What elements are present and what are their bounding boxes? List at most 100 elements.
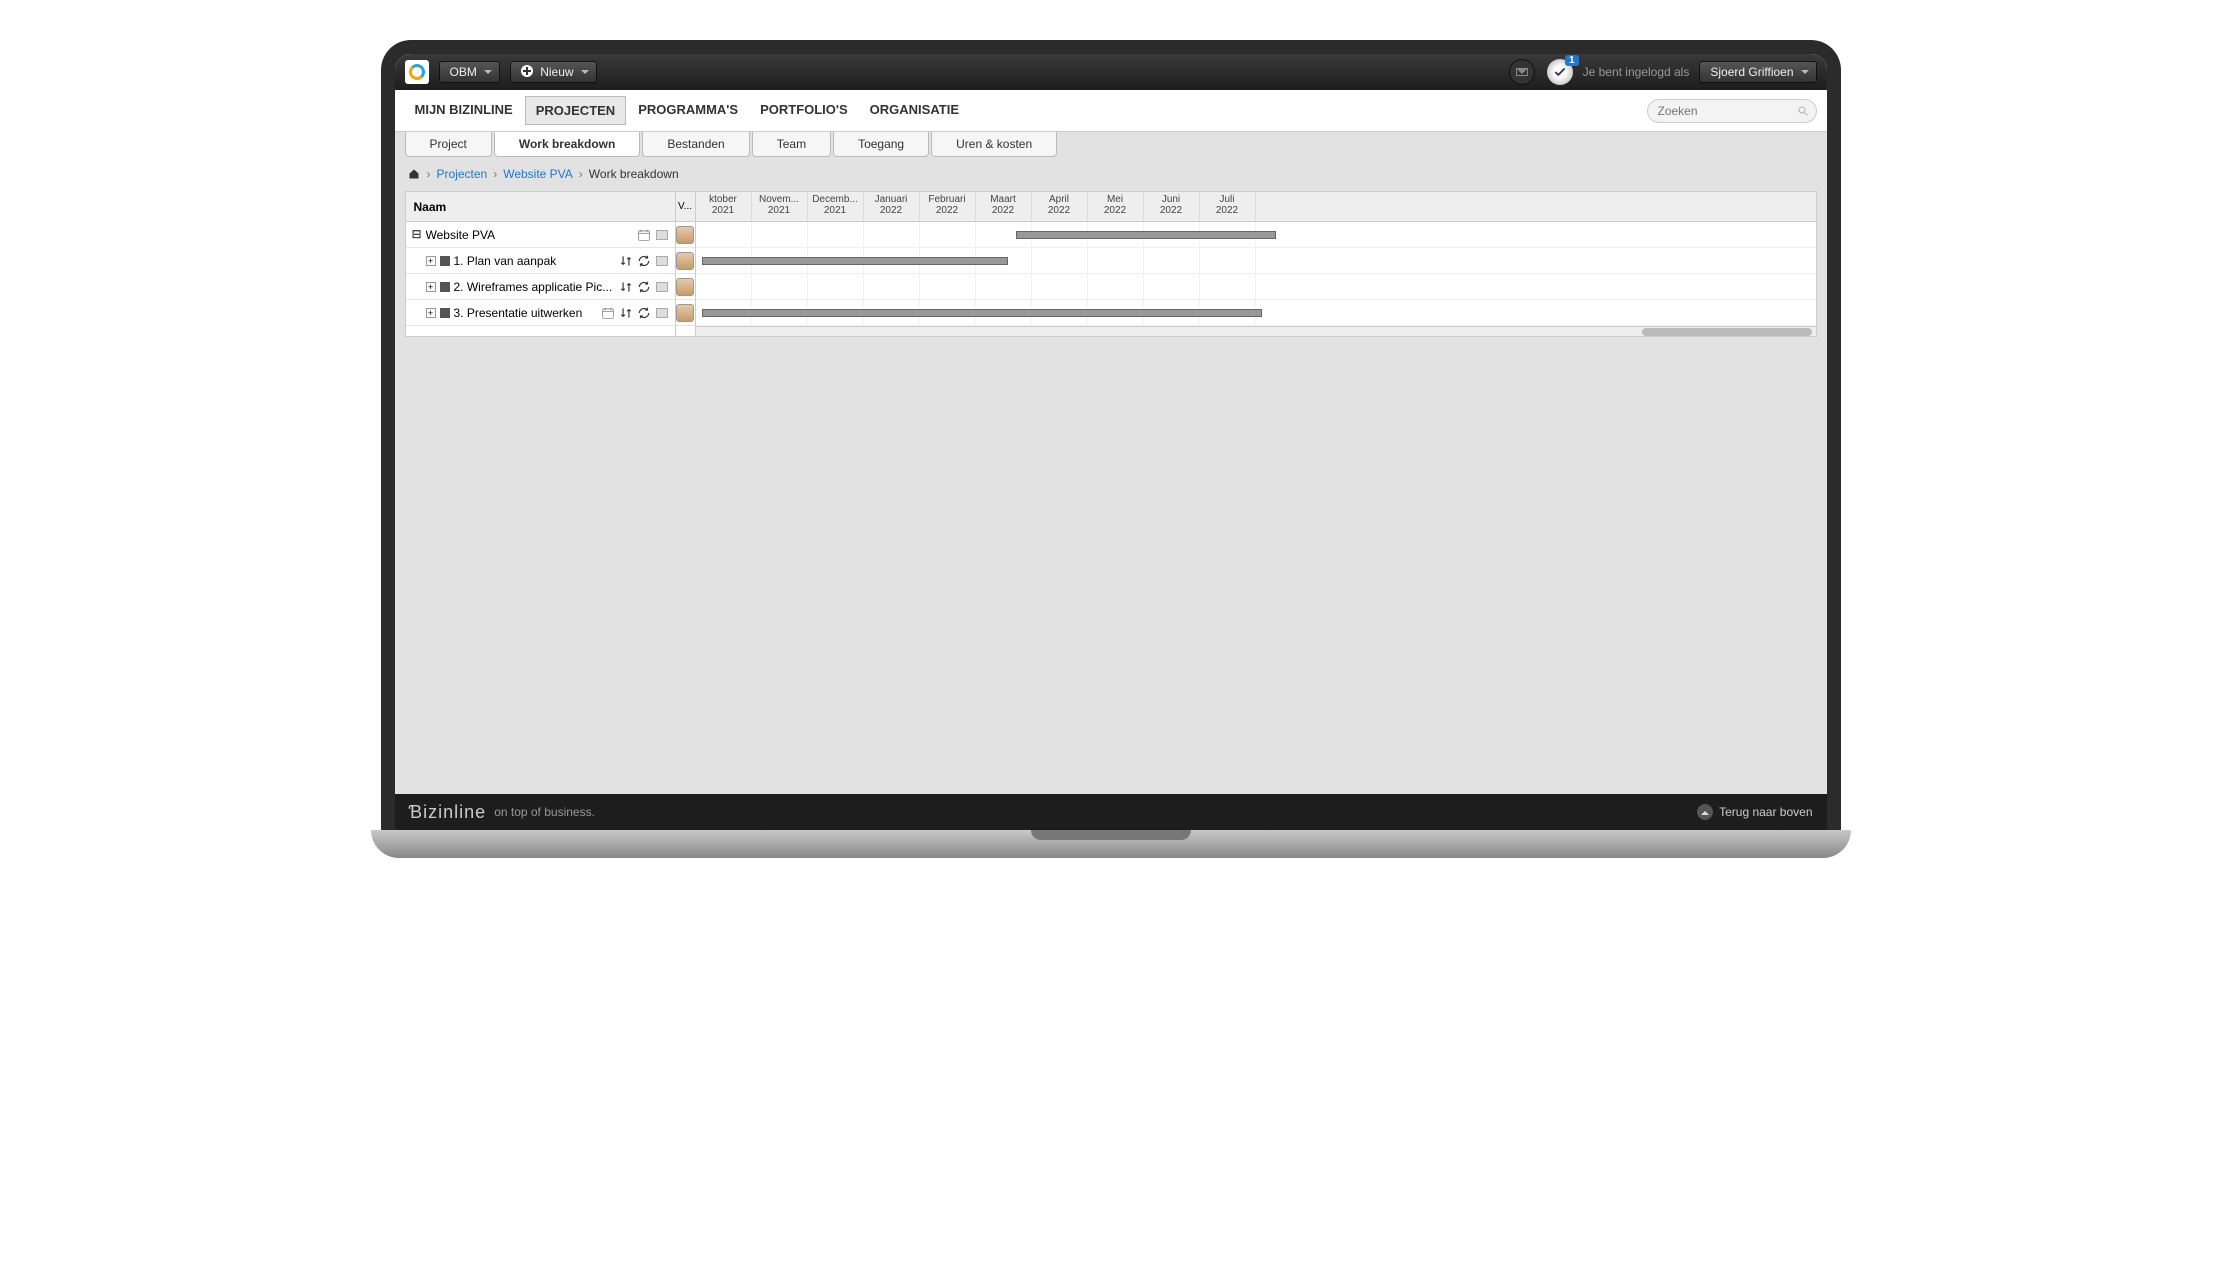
month-column: Februari2022 xyxy=(920,192,976,221)
task-color-icon xyxy=(440,282,450,292)
refresh-icon[interactable] xyxy=(637,280,651,294)
messages-icon[interactable] xyxy=(1509,59,1535,85)
gantt-timeline-row xyxy=(696,274,1816,300)
month-column: Maart2022 xyxy=(976,192,1032,221)
gantt-timeline-row xyxy=(696,300,1816,326)
footer-tagline: on top of business. xyxy=(494,805,595,819)
nav-item-projecten[interactable]: PROJECTEN xyxy=(525,96,626,125)
month-column: Novem...2021 xyxy=(752,192,808,221)
gantt-bar[interactable] xyxy=(1016,231,1276,239)
workspace-dropdown[interactable]: OBM xyxy=(439,61,500,83)
month-column: Januari2022 xyxy=(864,192,920,221)
notification-badge: 1 xyxy=(1565,55,1579,66)
status-box-icon[interactable] xyxy=(655,280,669,294)
notifications-icon[interactable]: 1 xyxy=(1547,59,1573,85)
task-color-icon xyxy=(440,256,450,266)
logged-in-label: Je bent ingelogd als xyxy=(1583,65,1690,79)
home-icon[interactable] xyxy=(407,168,421,180)
expand-icon[interactable]: + xyxy=(426,308,436,318)
tab-work-breakdown[interactable]: Work breakdown xyxy=(494,132,640,157)
breadcrumb-link-website-pva[interactable]: Website PVA xyxy=(503,167,573,181)
gantt-timeline-row xyxy=(696,222,1816,248)
sub-tabs: ProjectWork breakdownBestandenTeamToegan… xyxy=(395,132,1827,157)
footer-brand: Ɓizinline xyxy=(409,802,487,823)
sort-icon[interactable] xyxy=(619,254,633,268)
task-color-icon xyxy=(440,308,450,318)
tab-toegang[interactable]: Toegang xyxy=(833,132,929,157)
tab-project[interactable]: Project xyxy=(405,132,492,157)
gantt-row[interactable]: +3. Presentatie uitwerken xyxy=(406,300,675,326)
plus-icon xyxy=(521,65,533,77)
task-name: 3. Presentatie uitwerken xyxy=(454,306,597,320)
refresh-icon[interactable] xyxy=(637,254,651,268)
refresh-icon[interactable] xyxy=(637,306,651,320)
status-box-icon[interactable] xyxy=(655,306,669,320)
calendar-icon[interactable] xyxy=(601,306,615,320)
month-column: Mei2022 xyxy=(1088,192,1144,221)
gantt-name-header: Naam xyxy=(406,192,675,222)
footer: Ɓizinline on top of business. Terug naar… xyxy=(395,794,1827,830)
nav-item-organisatie[interactable]: ORGANISATIE xyxy=(860,96,969,125)
tab-uren---kosten[interactable]: Uren & kosten xyxy=(931,132,1057,157)
month-column: ktober2021 xyxy=(696,192,752,221)
nav-item-programma-s[interactable]: PROGRAMMA'S xyxy=(628,96,748,125)
calendar-icon[interactable] xyxy=(637,228,651,242)
gantt-timeline[interactable]: ktober2021Novem...2021Decemb...2021Janua… xyxy=(696,192,1816,336)
new-dropdown[interactable]: Nieuw xyxy=(510,61,597,83)
gantt-scrollbar[interactable] xyxy=(696,326,1816,336)
search-icon xyxy=(1797,105,1809,117)
gantt-assignee-cell[interactable] xyxy=(676,248,695,274)
breadcrumb-current: Work breakdown xyxy=(589,167,679,181)
chevron-up-icon xyxy=(1697,804,1713,820)
month-column: Juli2022 xyxy=(1200,192,1256,221)
expand-icon[interactable]: + xyxy=(426,256,436,266)
breadcrumb-link-projecten[interactable]: Projecten xyxy=(437,167,488,181)
status-box-icon[interactable] xyxy=(655,228,669,242)
gantt-row[interactable]: +1. Plan van aanpak xyxy=(406,248,675,274)
new-label: Nieuw xyxy=(540,65,573,79)
back-to-top-button[interactable]: Terug naar boven xyxy=(1697,804,1812,820)
avatar-icon xyxy=(676,252,694,270)
gantt-assignee-cell[interactable] xyxy=(676,274,695,300)
nav-item-mijn-bizinline[interactable]: MIJN BIZINLINE xyxy=(405,96,523,125)
sort-icon[interactable] xyxy=(619,306,633,320)
collapse-icon[interactable]: ⊟ xyxy=(412,230,422,240)
back-to-top-label: Terug naar boven xyxy=(1719,805,1812,819)
search-input[interactable] xyxy=(1647,99,1817,123)
app-screen: OBM Nieuw 1 Je bent ingelogd als Sjoerd … xyxy=(395,54,1827,830)
status-box-icon[interactable] xyxy=(655,254,669,268)
laptop-frame: OBM Nieuw 1 Je bent ingelogd als Sjoerd … xyxy=(381,40,1841,858)
workspace-label: OBM xyxy=(450,65,477,79)
expand-icon[interactable]: + xyxy=(426,282,436,292)
gantt-assignee-column: V... xyxy=(676,192,696,336)
gantt-v-header: V... xyxy=(676,192,695,222)
gantt-bar[interactable] xyxy=(702,309,1262,317)
app-logo-icon[interactable] xyxy=(405,60,429,84)
checkmark-icon xyxy=(1553,65,1567,79)
tab-team[interactable]: Team xyxy=(752,132,831,157)
avatar-icon xyxy=(676,304,694,322)
tab-bestanden[interactable]: Bestanden xyxy=(642,132,749,157)
nav-item-portfolio-s[interactable]: PORTFOLIO'S xyxy=(750,96,858,125)
envelope-icon xyxy=(1516,68,1528,76)
main-nav: MIJN BIZINLINEPROJECTENPROGRAMMA'SPORTFO… xyxy=(395,90,1827,132)
gantt-left-panel: Naam ⊟Website PVA+1. Plan van aanpak+2. … xyxy=(406,192,676,336)
gantt-assignee-cell[interactable] xyxy=(676,300,695,326)
gantt-row[interactable]: +2. Wireframes applicatie Pic... xyxy=(406,274,675,300)
task-name: Website PVA xyxy=(426,228,633,242)
scrollbar-thumb[interactable] xyxy=(1642,328,1812,336)
month-column: April2022 xyxy=(1032,192,1088,221)
task-name: 1. Plan van aanpak xyxy=(454,254,615,268)
search-wrap xyxy=(1647,99,1817,123)
gantt-bar[interactable] xyxy=(702,257,1008,265)
user-name: Sjoerd Griffioen xyxy=(1710,65,1793,79)
task-name: 2. Wireframes applicatie Pic... xyxy=(454,280,615,294)
breadcrumb: › Projecten › Website PVA › Work breakdo… xyxy=(395,157,1827,191)
gantt-timeline-row xyxy=(696,248,1816,274)
gantt-chart: Naam ⊟Website PVA+1. Plan van aanpak+2. … xyxy=(405,191,1817,337)
user-dropdown[interactable]: Sjoerd Griffioen xyxy=(1699,61,1816,83)
sort-icon[interactable] xyxy=(619,280,633,294)
gantt-assignee-cell[interactable] xyxy=(676,222,695,248)
gantt-row[interactable]: ⊟ Website PVA xyxy=(406,222,675,248)
avatar-icon xyxy=(676,226,694,244)
